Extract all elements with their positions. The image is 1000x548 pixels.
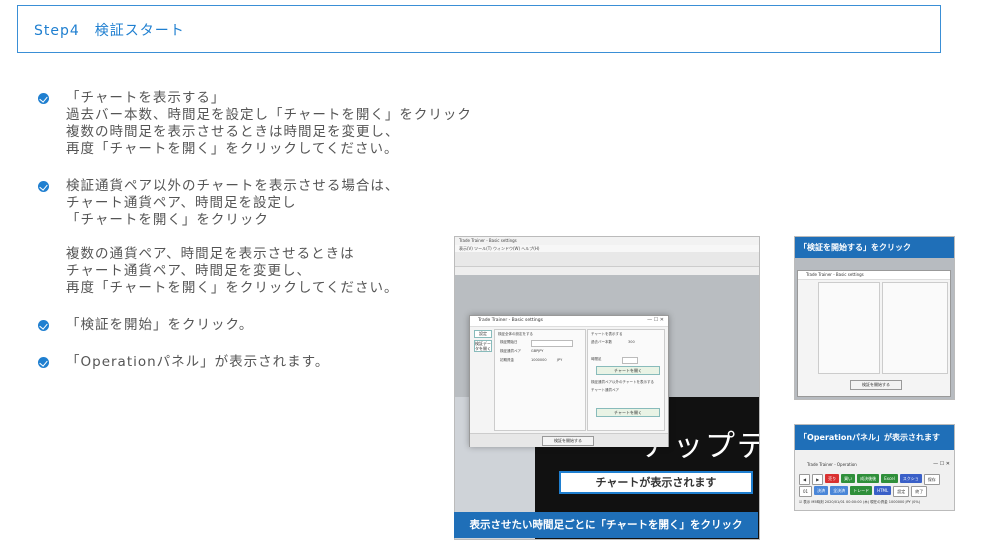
start-date-field[interactable]	[531, 340, 573, 347]
field-label: 初期資金	[500, 358, 514, 362]
field-label: 過去バー本数	[591, 340, 612, 344]
open-chart-button[interactable]: チャートを開く	[596, 366, 660, 375]
dialog-title: Trade Trainer - Basic settings	[470, 316, 668, 327]
trade-button[interactable]: トレード	[850, 486, 873, 495]
chart-shown-label: チャートが表示されます	[559, 471, 753, 494]
operation-row-1: ◀ ▶ 売り 買い 成決後後 Excel スクショ 保存	[799, 474, 940, 485]
close-all-button[interactable]: 全決済	[830, 486, 849, 495]
list-item-line: 過去バー本数、時間足を設定し「チャートを開く」をクリック	[66, 107, 472, 123]
chart-pane: チャートを表示する 過去バー本数 300 時間足 チャートを開く 検証通貨ペア以…	[587, 329, 665, 431]
exit-button[interactable]: 終了	[911, 486, 928, 497]
dialog-title: Trade Trainer - Basic settings	[798, 271, 950, 280]
operation-caption: 「Operationパネル」が表示されます	[795, 425, 954, 450]
toolbar	[455, 252, 759, 267]
save-button[interactable]: 保存	[923, 474, 940, 485]
step-header: Step4 検証スタート	[17, 5, 941, 53]
check-circle-icon	[38, 181, 49, 192]
start-verification-button[interactable]: 検証を開始する	[542, 436, 594, 446]
menu-bar: 表示(V) ツール(T) ウィンドウ(W) ヘルプ(H)	[455, 245, 759, 252]
settings-button[interactable]: 設定	[474, 330, 492, 338]
basic-settings-dialog-small: Trade Trainer - Basic settings 検証を開始する	[797, 270, 951, 397]
settings-pane: 検証全体の設定をする 検証開始日 検証通貨ペア GBPJPY 初期資金 1000…	[494, 329, 586, 431]
operation-row-2: 01 決済 全決済 トレード HTML 設定 終了	[799, 486, 928, 497]
chart-screenshot: Trade Trainer - Basic settings 表示(V) ツール…	[454, 236, 760, 540]
pair-value: GBPJPY	[531, 349, 544, 353]
step-select[interactable]: 01	[799, 486, 813, 497]
chart-pane	[882, 282, 948, 374]
list-item-line: 「チャートを表示する」	[66, 90, 226, 106]
field-label: 検証通貨ペア	[500, 349, 521, 353]
start-screenshot: 「検証を開始する」をクリック Trade Trainer - Basic set…	[794, 236, 955, 400]
html-button[interactable]: HTML	[874, 486, 892, 495]
currency-value: JPY	[557, 358, 563, 362]
main-caption: 表示させたい時間足ごとに「チャートを開く」をクリック	[454, 512, 758, 538]
window-title: Trade Trainer - Basic settings	[455, 237, 759, 245]
window-title: Trade Trainer - Operation — ☐ ✕	[795, 460, 954, 469]
operation-title: Trade Trainer - Operation	[807, 462, 857, 467]
screenshot-button[interactable]: スクショ	[899, 474, 922, 483]
dialog-footer: 検証を開始する	[470, 433, 668, 447]
capital-value: 1000000	[531, 358, 547, 362]
prev-button[interactable]: ◀	[799, 474, 811, 485]
field-label: 時間足	[591, 357, 602, 361]
open-data-button[interactable]: 検証データを開く	[474, 340, 492, 352]
section-label: 検証全体の設定をする	[498, 332, 533, 336]
list-item-line: 複数の時間足を表示させるときは時間足を変更し、	[66, 124, 400, 140]
section-label: チャートを表示する	[591, 332, 623, 336]
list-item-line: 「チャートを開く」をクリック	[66, 212, 269, 228]
buy-button[interactable]: 買い	[841, 474, 856, 483]
open-chart-button-2[interactable]: チャートを開く	[596, 408, 660, 417]
bars-value: 300	[628, 340, 635, 344]
basic-settings-dialog: Trade Trainer - Basic settings — ☐ ✕ 設定 …	[469, 315, 669, 447]
list-item: 「チャートを表示する」 過去バー本数、時間足を設定し「チャートを開く」をクリック…	[38, 90, 558, 158]
operation-screenshot: 「Operationパネル」が表示されます Trade Trainer - Op…	[794, 424, 955, 511]
list-item-line: チャート通貨ペア、時間足を設定し	[66, 195, 297, 211]
list-item-line: 再度「チャートを開く」をクリックしてください。	[66, 141, 399, 157]
settings-button[interactable]: 設定	[893, 486, 910, 497]
list-item-line: 検証通貨ペア以外のチャートを表示させる場合は、	[66, 178, 400, 194]
sell-button[interactable]: 売り	[825, 474, 840, 483]
start-verification-button[interactable]: 検証を開始する	[850, 380, 902, 390]
check-circle-icon	[38, 93, 49, 104]
window-controls[interactable]: — ☐ ✕	[933, 460, 950, 469]
field-label: チャート通貨ペア	[591, 388, 619, 392]
status-line: ☑ 表示 M5時刻 2020/01/01 00:00:00 (木) 現在の資金 …	[799, 500, 921, 504]
start-caption: 「検証を開始する」をクリック	[795, 237, 954, 258]
excel-button[interactable]: Excel	[881, 474, 898, 483]
field-label: 検証開始日	[500, 340, 518, 344]
check-circle-icon	[38, 357, 49, 368]
next-button[interactable]: ▶	[812, 474, 824, 485]
settle-button[interactable]: 成決後後	[857, 474, 880, 483]
check-circle-icon	[38, 320, 49, 331]
settings-pane	[818, 282, 880, 374]
timeframe-select[interactable]	[622, 357, 638, 364]
close-position-button[interactable]: 決済	[814, 486, 829, 495]
step-title: Step4 検証スタート	[34, 23, 185, 39]
section-label: 検証通貨ペア以外のチャートを表示する	[591, 380, 654, 384]
window-controls[interactable]: — ☐ ✕	[647, 317, 664, 323]
